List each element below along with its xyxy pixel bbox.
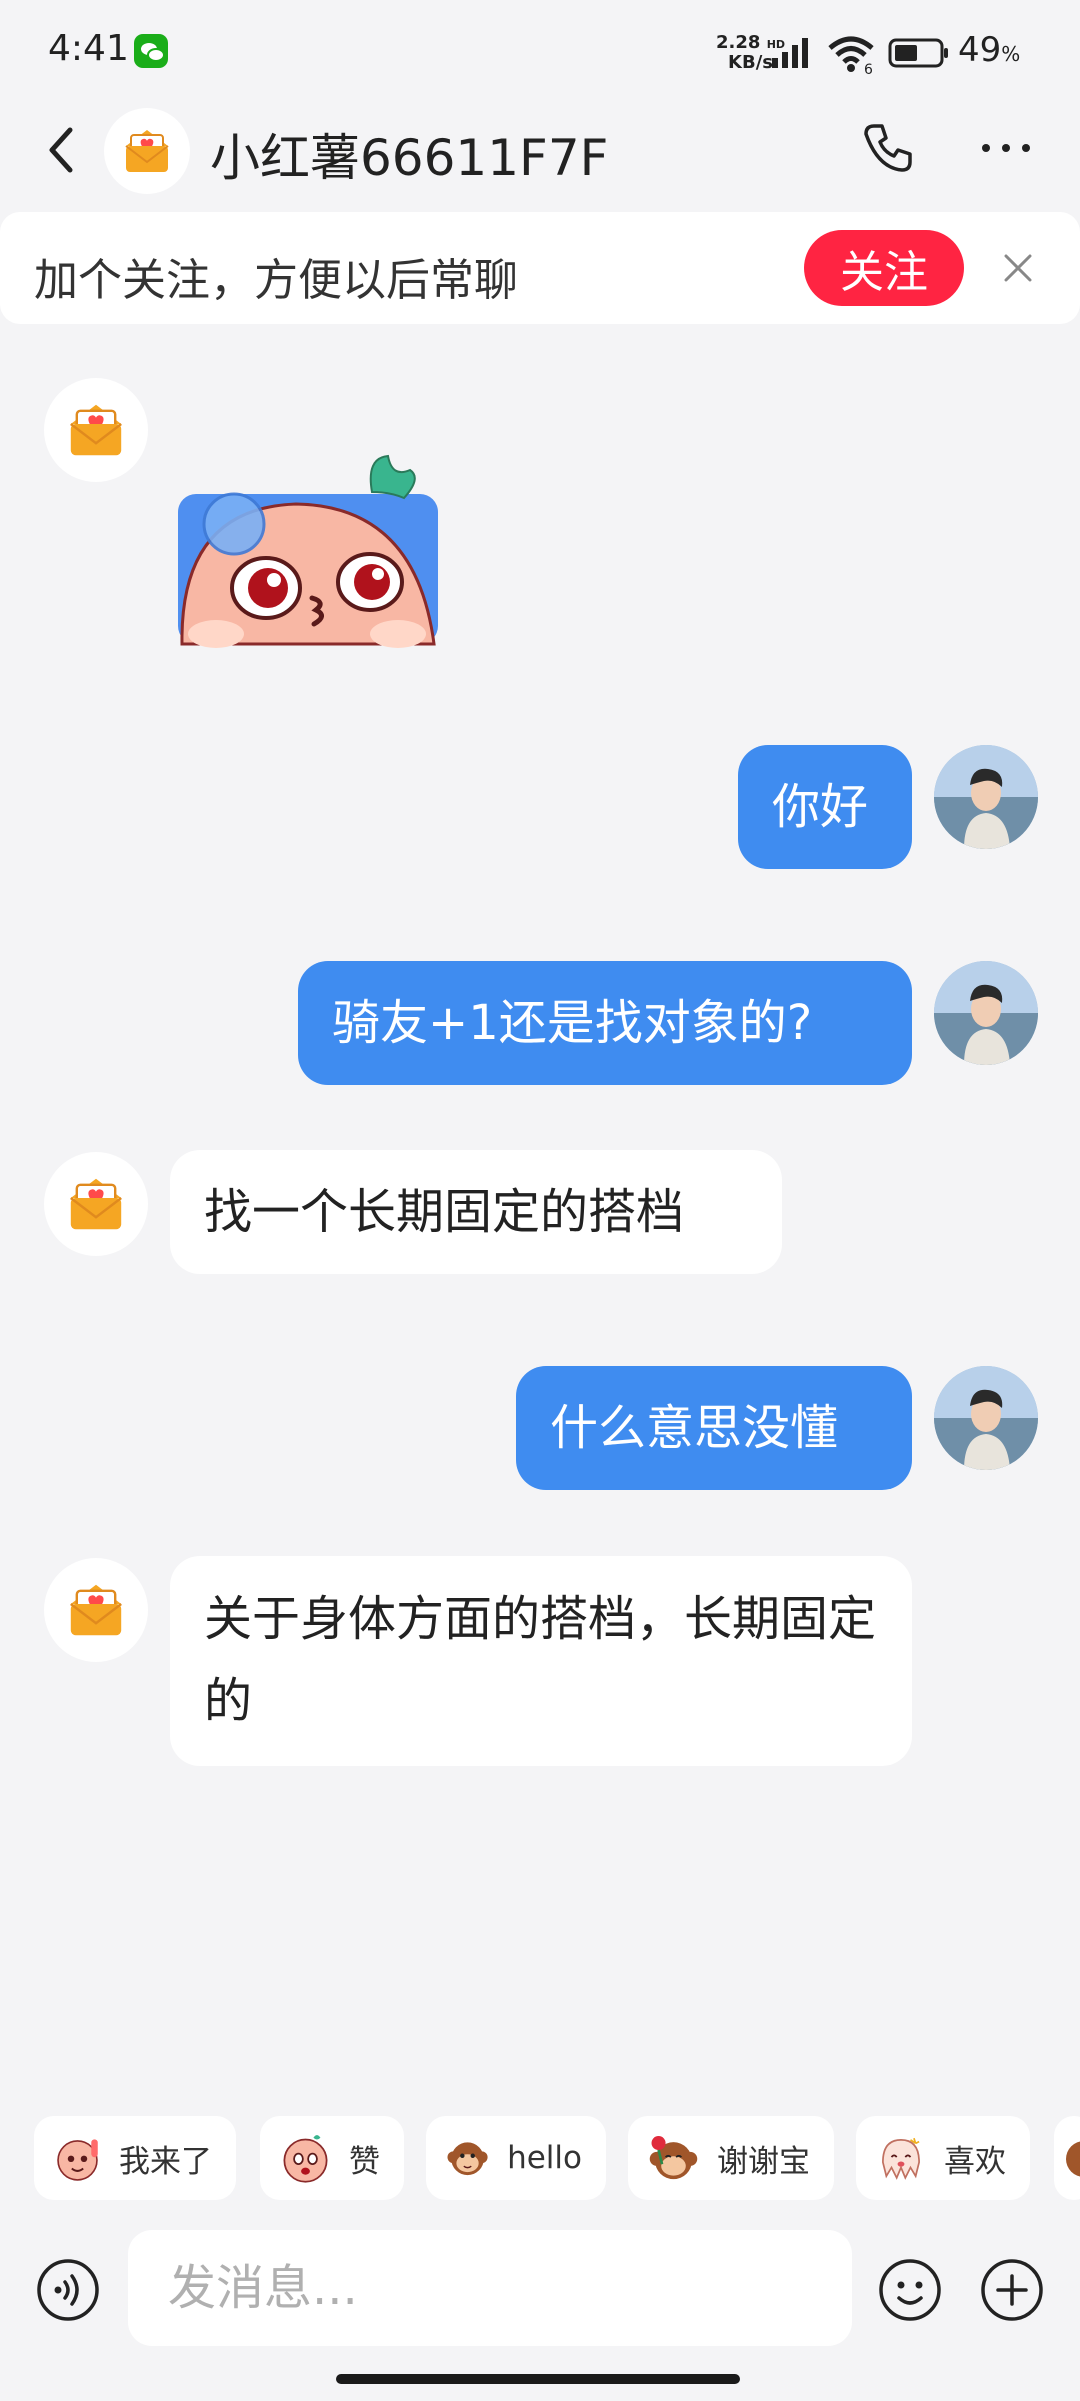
- sticker-chip-label: hello: [507, 2140, 582, 2176]
- message-bubble-outgoing[interactable]: 什么意思没懂: [516, 1366, 912, 1490]
- status-bar: 4:41 2.28 HD KB/s 6 49%: [0, 0, 1080, 100]
- chat-title: 小红薯66611F7F: [210, 129, 609, 187]
- monkey-rose-icon: [649, 2136, 698, 2180]
- quick-sticker-chip[interactable]: 谢谢宝: [628, 2116, 834, 2200]
- contact-avatar[interactable]: [104, 108, 190, 194]
- emoji-icon[interactable]: [878, 2258, 942, 2322]
- envelope-heart-icon: [70, 1584, 122, 1636]
- envelope-heart-icon: [70, 1178, 122, 1230]
- user-photo-icon: [934, 745, 1038, 849]
- chat-header: 小红薯66611F7F: [0, 100, 1080, 208]
- octopus-love-icon: [882, 2137, 920, 2180]
- battery-percent: 49%: [958, 30, 1021, 70]
- envelope-heart-icon: [125, 130, 169, 172]
- sticker-chip-label: 我来了: [119, 2143, 212, 2180]
- peach-wave-icon: [57, 2139, 98, 2181]
- home-indicator[interactable]: [336, 2374, 740, 2384]
- sticker-chip-label: 谢谢宝: [717, 2143, 810, 2180]
- quick-sticker-chip[interactable]: 赞: [260, 2116, 404, 2200]
- wechat-notification-icon: [134, 34, 168, 68]
- svg-text:6: 6: [864, 62, 873, 74]
- peach-kiss-sticker[interactable]: [176, 448, 440, 648]
- message-bubble-incoming[interactable]: 找一个长期固定的搭档: [170, 1150, 782, 1274]
- follow-prompt-text: 加个关注，方便以后常聊: [34, 255, 518, 306]
- user-photo-icon: [934, 1366, 1038, 1470]
- monkey-hello-icon: [447, 2142, 488, 2176]
- peach-thumbs-icon: [283, 2135, 328, 2183]
- message-input[interactable]: [128, 2230, 852, 2346]
- quick-sticker-chip[interactable]: 我来了: [34, 2116, 236, 2200]
- signal-icon: [772, 38, 808, 68]
- contact-avatar[interactable]: [44, 1152, 148, 1256]
- voice-input-icon[interactable]: [36, 2258, 100, 2322]
- status-time: 4:41: [48, 28, 129, 69]
- quick-sticker-chip[interactable]: hello: [426, 2116, 606, 2200]
- user-avatar[interactable]: [934, 1366, 1038, 1470]
- message-bubble-outgoing[interactable]: 你好: [738, 745, 912, 869]
- contact-avatar[interactable]: [44, 378, 148, 482]
- user-photo-icon: [934, 961, 1038, 1065]
- quick-sticker-chip[interactable]: 喜欢: [856, 2116, 1030, 2200]
- close-icon[interactable]: [998, 248, 1038, 288]
- phone-icon[interactable]: [860, 120, 916, 176]
- sticker-chip-label: 赞: [349, 2143, 380, 2180]
- sticker-chip-label: 喜欢: [944, 2143, 1006, 2180]
- user-avatar[interactable]: [934, 961, 1038, 1065]
- wifi-icon: 6: [828, 36, 874, 74]
- follow-banner: 加个关注，方便以后常聊 关注: [0, 212, 1080, 324]
- battery-icon: [888, 38, 948, 68]
- user-avatar[interactable]: [934, 745, 1038, 849]
- more-options-icon[interactable]: [978, 140, 1034, 156]
- contact-avatar[interactable]: [44, 1558, 148, 1662]
- quick-sticker-chip[interactable]: [1054, 2116, 1080, 2200]
- add-attachment-icon[interactable]: [980, 2258, 1044, 2322]
- message-bubble-incoming[interactable]: 关于身体方面的搭档，长期固定的: [170, 1556, 912, 1766]
- envelope-heart-icon: [70, 404, 122, 456]
- sticker-partial-icon: [1066, 2141, 1080, 2177]
- message-bubble-outgoing[interactable]: 骑友+1还是找对象的?: [298, 961, 912, 1085]
- follow-button[interactable]: 关注: [804, 230, 964, 306]
- back-arrow-icon[interactable]: [40, 120, 84, 180]
